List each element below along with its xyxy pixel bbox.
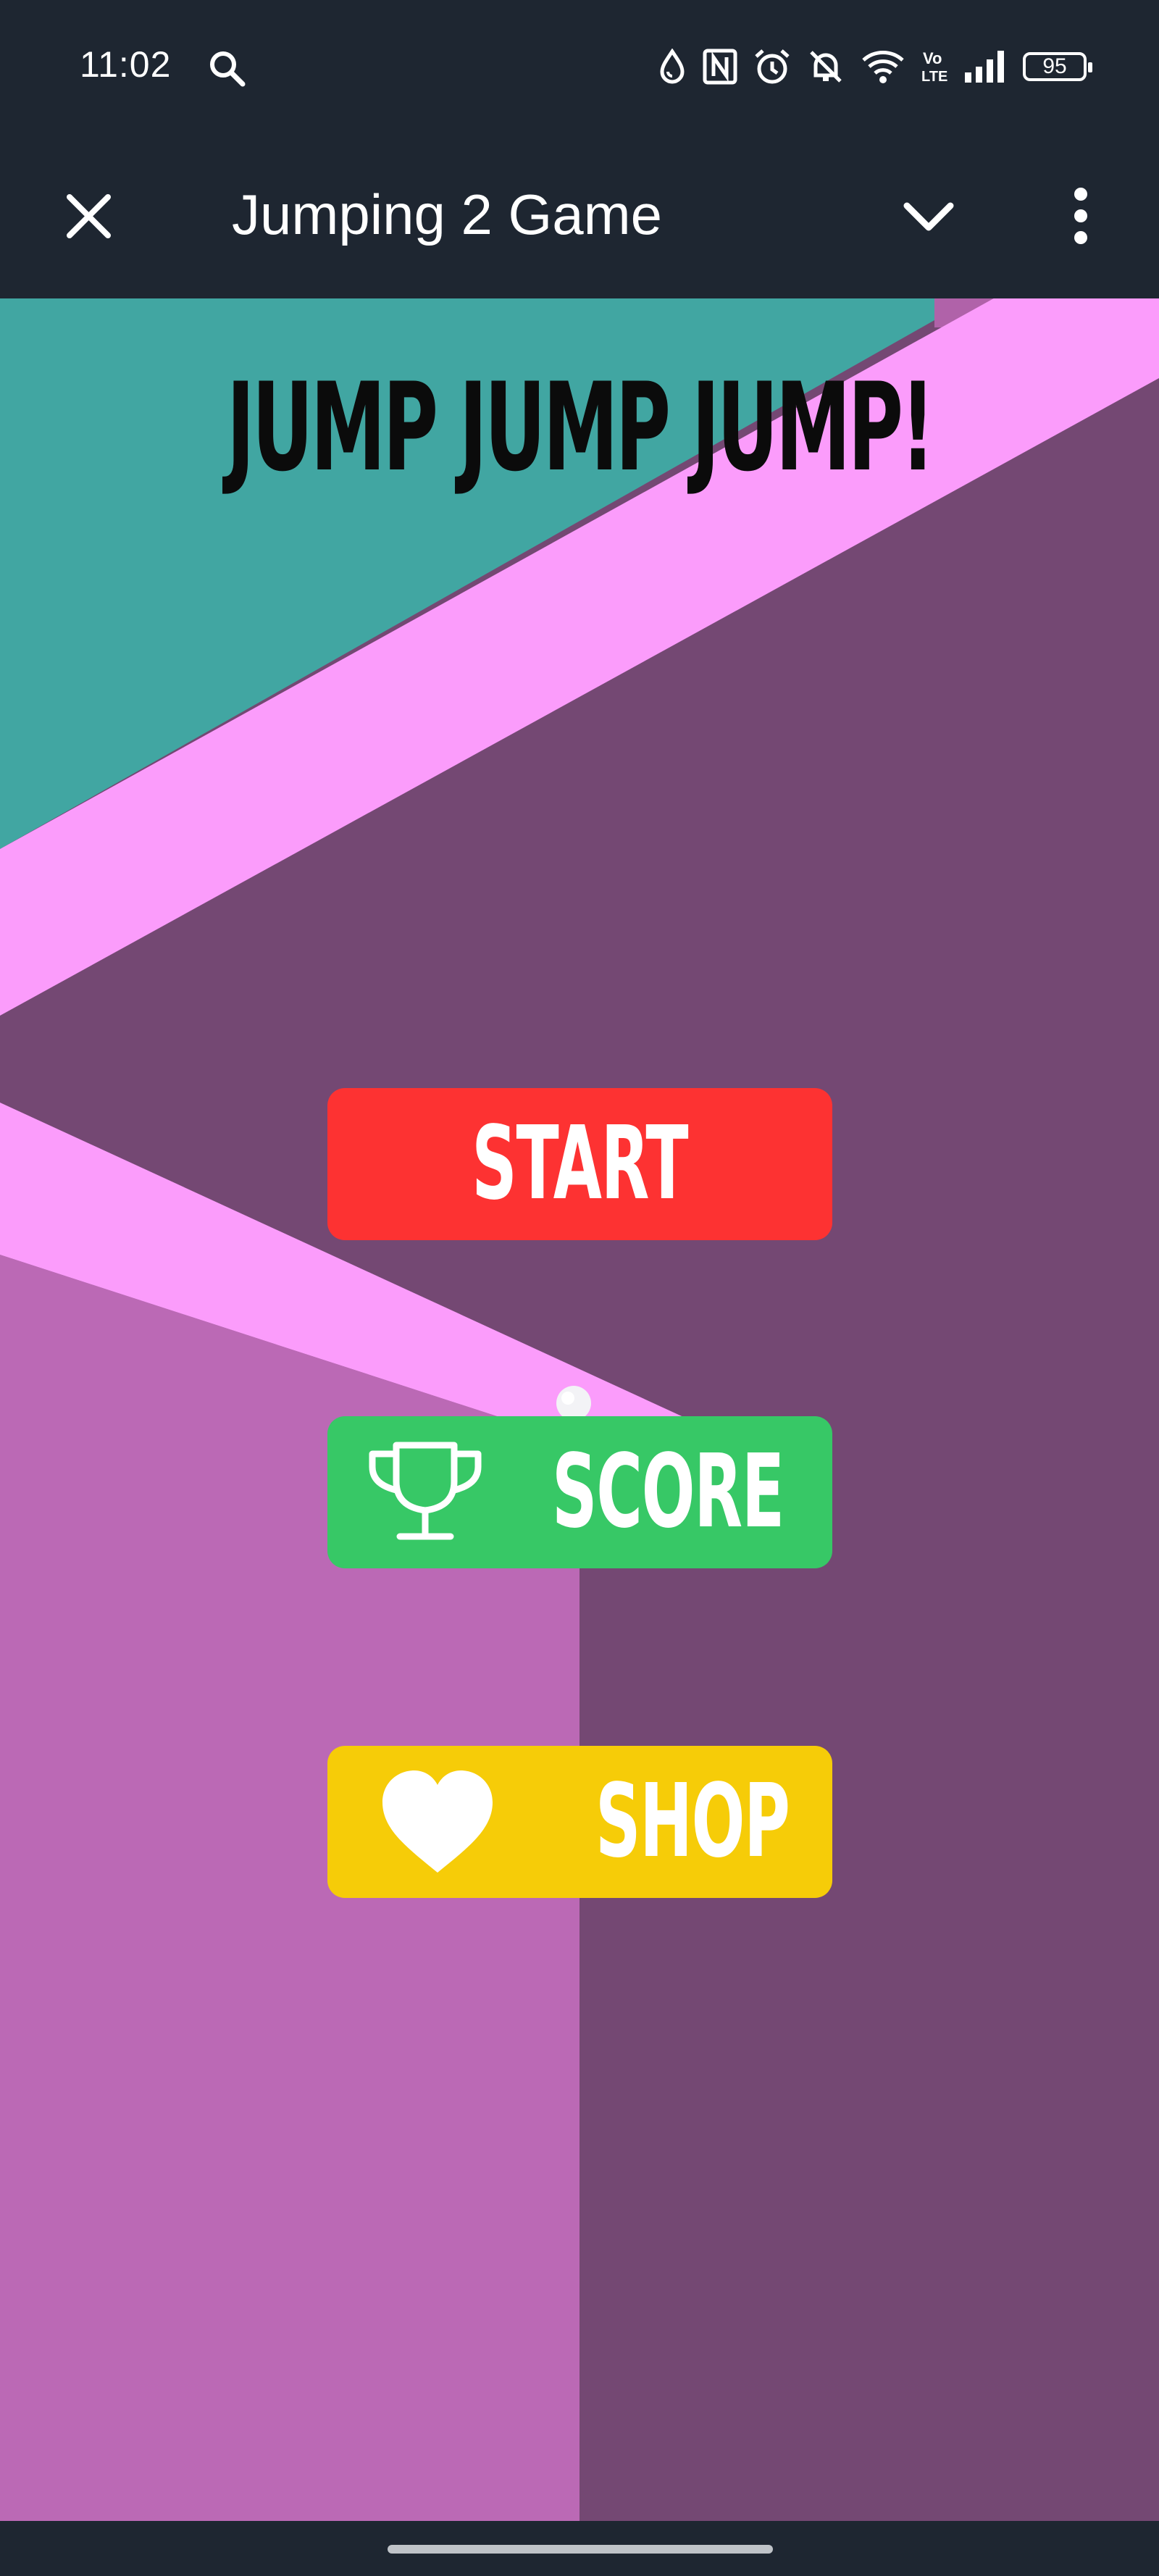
data-saver-icon <box>660 49 685 84</box>
trophy-icon <box>369 1442 482 1540</box>
app-bar: Jumping 2 Game <box>0 135 1159 298</box>
page-title: Jumping 2 Game <box>232 183 662 246</box>
ball <box>556 1386 591 1421</box>
svg-text:Vo: Vo <box>923 49 942 67</box>
game-background <box>0 298 1159 2521</box>
score-button-label: SCORE <box>552 1433 784 1551</box>
close-icon[interactable] <box>51 178 127 254</box>
shop-button[interactable]: SHOP <box>327 1746 832 1898</box>
notifications-muted-icon <box>810 51 842 83</box>
chevron-down-icon[interactable] <box>891 178 967 254</box>
navigation-bar <box>0 2521 1159 2576</box>
score-button[interactable]: SCORE <box>327 1416 832 1568</box>
heart-icon <box>382 1770 493 1873</box>
alarm-icon <box>755 49 790 84</box>
signal-icon <box>965 51 1004 83</box>
nfc-icon <box>703 49 737 85</box>
battery-icon: 95 <box>1023 52 1092 81</box>
game-title: JUMP JUMP JUMP! <box>226 356 935 498</box>
status-icons: Vo LTE 95 <box>658 45 1092 88</box>
shop-button-label: SHOP <box>595 1762 790 1881</box>
svg-text:LTE: LTE <box>921 69 947 85</box>
search-icon <box>210 51 246 87</box>
more-vert-icon[interactable] <box>1043 178 1119 254</box>
volte-icon: Vo LTE <box>921 49 947 85</box>
wifi-icon <box>862 51 904 83</box>
status-bar: 11:02 Vo LTE 95 <box>0 0 1159 135</box>
status-time: 11:02 <box>80 44 172 85</box>
gesture-handle[interactable] <box>388 2545 773 2554</box>
start-button[interactable]: START <box>327 1088 832 1240</box>
game-canvas[interactable]: JUMP JUMP JUMP! START SCORE SHOP <box>0 298 1159 2521</box>
start-button-label: START <box>472 1105 688 1223</box>
